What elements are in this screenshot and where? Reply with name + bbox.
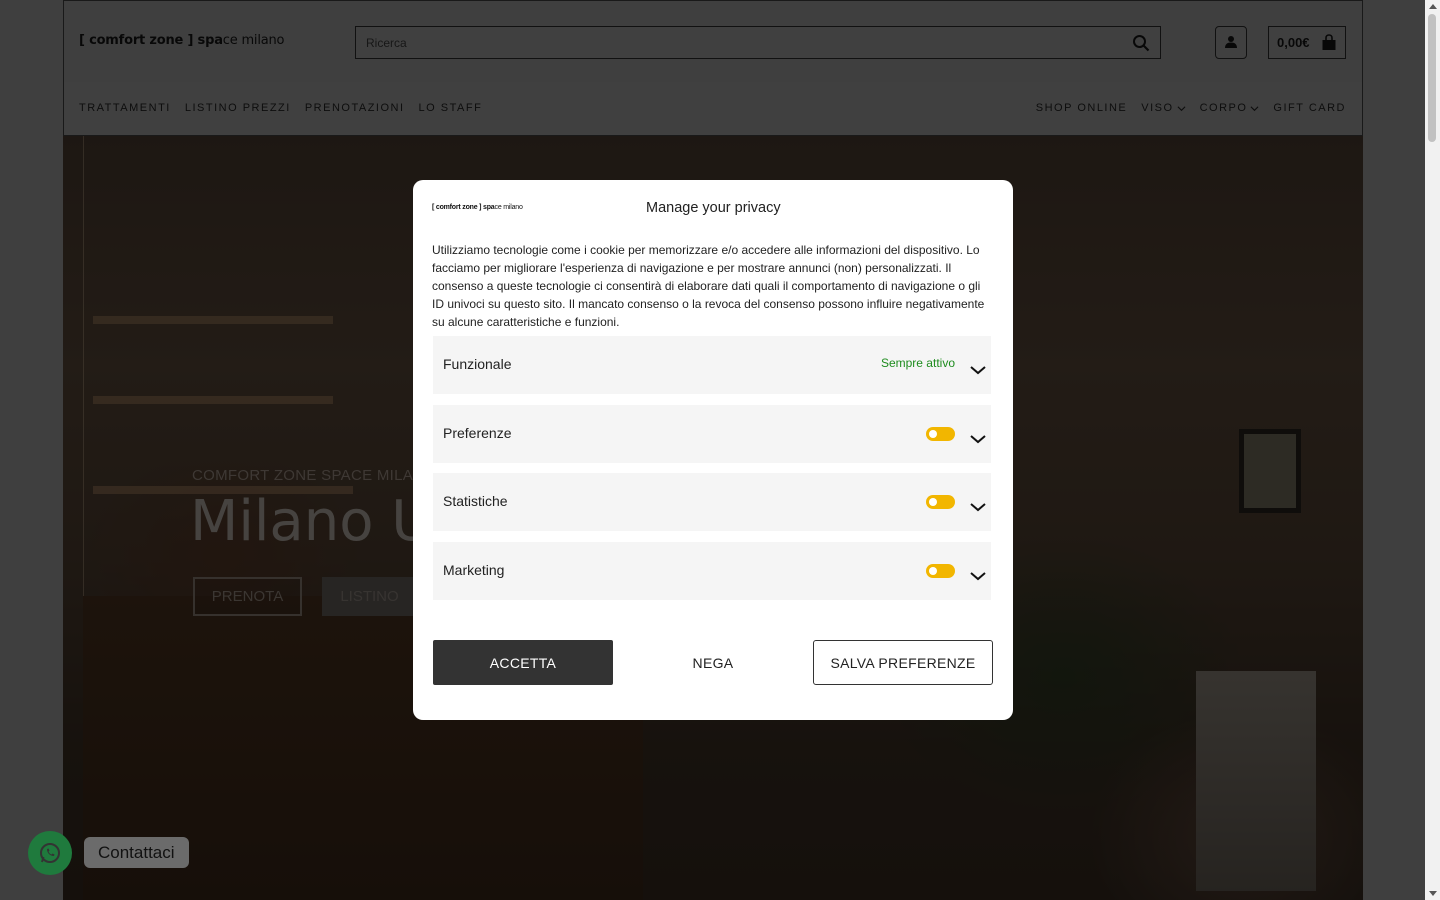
scrollbar-thumb[interactable] <box>1428 14 1436 142</box>
chevron-down-icon[interactable] <box>969 433 987 445</box>
category-label: Funzionale <box>443 356 512 372</box>
scroll-up-arrow-icon[interactable] <box>1429 4 1437 9</box>
category-statistics[interactable]: Statistiche <box>433 473 991 531</box>
save-preferences-button[interactable]: SALVA PREFERENZE <box>813 640 993 685</box>
consent-description: Utilizziamo tecnologie come i cookie per… <box>432 243 985 329</box>
category-label: Marketing <box>443 562 505 578</box>
statistics-toggle[interactable] <box>926 495 955 509</box>
always-active-badge: Sempre attivo <box>880 356 955 370</box>
logo-bold-text: [ comfort zone ] spa <box>432 204 495 211</box>
accept-button[interactable]: ACCETTA <box>433 640 613 685</box>
category-preferences[interactable]: Preferenze <box>433 405 991 463</box>
whatsapp-icon <box>40 843 60 863</box>
category-functional[interactable]: Funzionale Sempre attivo <box>433 336 991 394</box>
whatsapp-button[interactable] <box>28 831 72 875</box>
scroll-down-arrow-icon[interactable] <box>1429 891 1437 896</box>
logo-rest-text: ce milano <box>494 204 523 211</box>
category-marketing[interactable]: Marketing <box>433 542 991 600</box>
chevron-down-icon[interactable] <box>969 570 987 582</box>
deny-button[interactable]: NEGA <box>623 640 803 685</box>
whatsapp-label[interactable]: Contattaci <box>84 837 189 868</box>
category-label: Preferenze <box>443 425 512 441</box>
marketing-toggle[interactable] <box>926 564 955 578</box>
modal-title: Manage your privacy <box>646 200 781 216</box>
chevron-down-icon[interactable] <box>969 501 987 513</box>
category-label: Statistiche <box>443 493 508 509</box>
cookie-consent-modal: [ comfort zone ] space milano Manage you… <box>413 180 1013 720</box>
preferences-toggle[interactable] <box>926 427 955 441</box>
modal-logo: [ comfort zone ] space milano <box>432 204 523 211</box>
page-scrollbar[interactable] <box>1425 0 1440 900</box>
chevron-down-icon[interactable] <box>969 364 987 376</box>
